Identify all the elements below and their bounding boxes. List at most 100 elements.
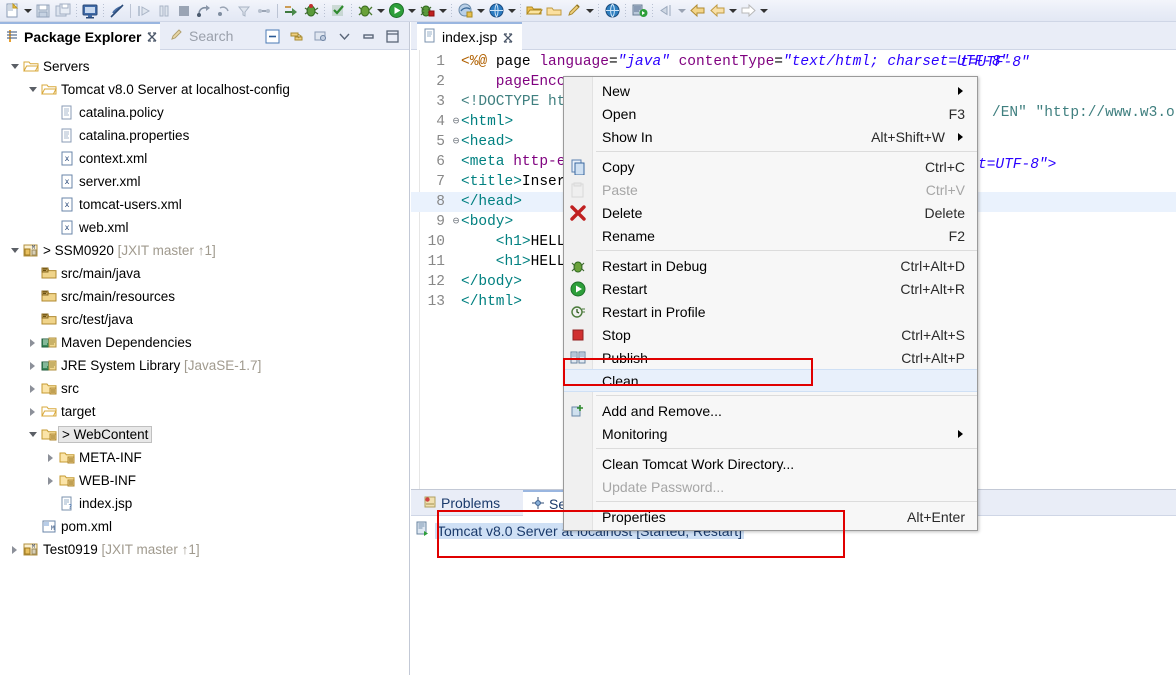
fold-marker[interactable] (451, 92, 461, 112)
menu-item-clean-tomcat-work-directory[interactable]: Clean Tomcat Work Directory... (564, 452, 977, 475)
tree-item[interactable]: WEB-INF (0, 469, 409, 492)
terminate-icon[interactable] (174, 1, 194, 21)
twisty-collapsed-icon[interactable] (26, 405, 39, 418)
tree-item[interactable]: JRE System Library [JavaSE-1.7] (0, 354, 409, 377)
tree-item[interactable]: src/main/java (0, 262, 409, 285)
menu-item-monitoring[interactable]: Monitoring (564, 422, 977, 445)
run-dropdown-arrow[interactable] (406, 1, 417, 21)
fold-marker[interactable] (451, 292, 461, 312)
run-on-server-icon[interactable] (629, 1, 649, 21)
menu-item-new[interactable]: New (564, 79, 977, 102)
external-tools-icon[interactable] (455, 1, 475, 21)
tree-item[interactable]: M > SSM0920 [JXIT master ↑1] (0, 239, 409, 262)
twisty-collapsed-icon[interactable] (26, 382, 39, 395)
tree-item[interactable]: x context.xml (0, 147, 409, 170)
forward-dropdown-arrow[interactable] (727, 1, 738, 21)
tree-item[interactable]: src (0, 377, 409, 400)
menu-item-copy[interactable]: Copy Ctrl+C (564, 155, 977, 178)
tree-item[interactable]: catalina.policy (0, 101, 409, 124)
close-icon[interactable] (502, 31, 514, 43)
search-dropdown-arrow[interactable] (584, 1, 595, 21)
code-line[interactable]: 1 <%@ page language="java" contentType="t… (411, 52, 1176, 72)
tree-item[interactable]: M Test0919 [JXIT master ↑1] (0, 538, 409, 561)
view-menu-icon[interactable] (312, 28, 329, 45)
link-with-editor-icon[interactable] (288, 28, 305, 45)
fold-marker[interactable]: ⊖ (451, 112, 461, 132)
disconnect-icon[interactable] (254, 1, 274, 21)
twisty-collapsed-icon[interactable] (44, 451, 57, 464)
fold-marker[interactable] (451, 192, 461, 212)
no-debug-icon[interactable] (107, 1, 127, 21)
menu-item-properties[interactable]: Properties Alt+Enter (564, 505, 977, 528)
tree-item[interactable]: x web.xml (0, 216, 409, 239)
fold-marker[interactable] (451, 152, 461, 172)
external-tools-dropdown-arrow[interactable] (475, 1, 486, 21)
fold-marker[interactable]: ⊖ (451, 132, 461, 152)
maximize-icon[interactable] (384, 28, 401, 45)
menu-item-show-in[interactable]: Show In Alt+Shift+W (564, 125, 977, 148)
tree-item[interactable]: Tomcat v8.0 Server at localhost-config (0, 78, 409, 101)
tree-item[interactable]: x server.xml (0, 170, 409, 193)
menu-item-add-and-remove[interactable]: Add and Remove... (564, 399, 977, 422)
menu-item-clean[interactable]: Clean... (564, 369, 977, 392)
tree-item[interactable]: > WebContent (0, 423, 409, 446)
tree-item[interactable]: src/test/java (0, 308, 409, 331)
menu-item-open[interactable]: Open F3 (564, 102, 977, 125)
step-filters-icon[interactable] (234, 1, 254, 21)
close-icon[interactable] (146, 31, 158, 43)
run-icon[interactable] (386, 1, 406, 21)
twisty-expanded-icon[interactable] (26, 428, 39, 441)
tree-item[interactable]: Mpom.xml (0, 515, 409, 538)
tab-search[interactable]: Search (170, 22, 233, 50)
menu-item-restart-in-profile[interactable]: Restart in Profile (564, 300, 977, 323)
tree-item[interactable]: Servers (0, 55, 409, 78)
tree-item[interactable]: Maven Dependencies (0, 331, 409, 354)
menu-item-restart[interactable]: Restart Ctrl+Alt+R (564, 277, 977, 300)
fold-marker[interactable] (451, 252, 461, 272)
tree-item[interactable]: src/main/resources (0, 285, 409, 308)
fold-marker[interactable] (451, 72, 461, 92)
save-all-icon[interactable] (53, 1, 73, 21)
step-over-icon[interactable] (194, 1, 214, 21)
twisty-collapsed-icon[interactable] (8, 543, 21, 556)
debug-icon[interactable] (417, 1, 437, 21)
fold-marker[interactable] (451, 272, 461, 292)
globe-icon[interactable] (602, 1, 622, 21)
debug-dropdown-arrow[interactable] (437, 1, 448, 21)
menu-item-restart-in-debug[interactable]: Restart in Debug Ctrl+Alt+D (564, 254, 977, 277)
browser-dropdown-arrow[interactable] (506, 1, 517, 21)
next-dropdown-arrow[interactable] (758, 1, 769, 21)
next-icon[interactable] (738, 1, 758, 21)
servers-list[interactable]: Tomcat v8.0 Server at localhost [Started… (411, 516, 1176, 675)
back-icon[interactable] (687, 1, 707, 21)
save-icon[interactable] (33, 1, 53, 21)
web-browser-icon[interactable] (486, 1, 506, 21)
fold-marker[interactable] (451, 232, 461, 252)
open-type-icon[interactable] (524, 1, 544, 21)
tab-package-explorer[interactable]: Package Explorer (0, 22, 160, 50)
project-tree[interactable]: Servers Tomcat v8.0 Server at localhost-c… (0, 50, 409, 675)
twisty-collapsed-icon[interactable] (44, 474, 57, 487)
collapse-all-icon[interactable] (264, 28, 281, 45)
forward-icon[interactable] (707, 1, 727, 21)
tab-index-jsp[interactable]: index.jsp (417, 22, 523, 50)
minimize-icon[interactable] (336, 28, 353, 45)
fold-marker[interactable] (451, 52, 461, 72)
step-return-icon[interactable] (214, 1, 234, 21)
previous-edit-icon[interactable] (656, 1, 676, 21)
restore-icon[interactable] (360, 28, 377, 45)
jump-icon[interactable] (281, 1, 301, 21)
fold-marker[interactable]: ⊖ (451, 212, 461, 232)
twisty-expanded-icon[interactable] (8, 60, 21, 73)
debug-tool-icon[interactable] (301, 1, 321, 21)
menu-item-rename[interactable]: Rename F2 (564, 224, 977, 247)
console-icon[interactable] (80, 1, 100, 21)
tree-item[interactable]: META-INF (0, 446, 409, 469)
menu-item-delete[interactable]: Delete Delete (564, 201, 977, 224)
previous-edit-dropdown-arrow[interactable] (676, 1, 687, 21)
main-toolbar[interactable] (0, 0, 1176, 22)
twisty-expanded-icon[interactable] (26, 83, 39, 96)
server-context-menu[interactable]: New Open F3 Show In Alt+Shift+W Copy Ctrl+C Pas… (563, 76, 978, 531)
ant-build-icon[interactable] (355, 1, 375, 21)
tree-item[interactable]: x tomcat-users.xml (0, 193, 409, 216)
